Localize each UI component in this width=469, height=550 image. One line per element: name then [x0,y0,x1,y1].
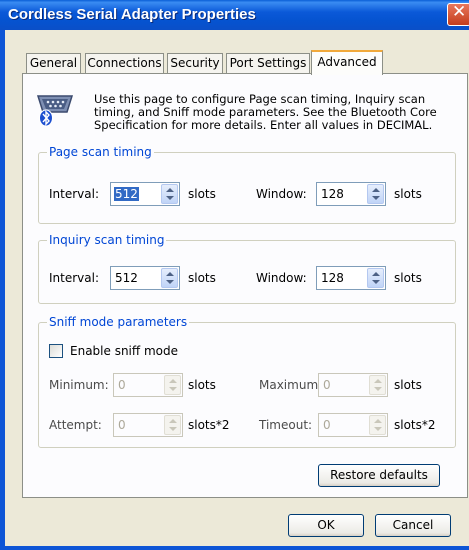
page-interval-spinner[interactable]: 512 [110,182,180,206]
minimum-label: Minimum: [49,378,109,392]
attempt-unit: slots*2 [188,418,230,432]
minimum-unit: slots [188,378,216,392]
spin-arrows-icon[interactable] [164,415,181,435]
inquiry-interval-label: Interval: [49,271,99,285]
attempt-value[interactable]: 0 [118,418,126,432]
tab-advanced[interactable]: Advanced [311,50,383,75]
tab-general[interactable]: General [26,53,81,73]
spin-arrows-icon[interactable] [367,268,384,288]
enable-sniff-checkbox[interactable] [49,344,63,358]
inquiry-scan-title: Inquiry scan timing [47,233,167,247]
window-frame-bottom [0,546,469,550]
page-window-value[interactable]: 128 [321,187,344,201]
inquiry-interval-value[interactable]: 512 [115,271,138,285]
close-button[interactable]: ✕ [447,2,469,26]
timeout-value[interactable]: 0 [323,418,331,432]
properties-dialog: Cordless Serial Adapter Properties ✕ Gen… [0,0,469,550]
maximum-label: Maximum: [259,378,323,392]
spin-arrows-icon[interactable] [369,375,386,395]
title-bar[interactable]: Cordless Serial Adapter Properties [0,0,469,30]
description-text: Use this page to configure Page scan tim… [94,92,437,132]
attempt-label: Attempt: [49,418,102,432]
spin-arrows-icon[interactable] [161,184,178,204]
window-frame-left [0,30,5,550]
spin-arrows-icon[interactable] [164,375,181,395]
attempt-spinner[interactable]: 0 [113,413,183,437]
page-window-unit: slots [394,187,422,201]
sniff-mode-title: Sniff mode parameters [47,315,190,329]
minimum-value[interactable]: 0 [118,378,126,392]
window-title: Cordless Serial Adapter Properties [8,6,256,23]
minimum-spinner[interactable]: 0 [113,373,183,397]
timeout-unit: slots*2 [394,418,436,432]
inquiry-window-value[interactable]: 128 [321,271,344,285]
maximum-value[interactable]: 0 [323,378,331,392]
spin-arrows-icon[interactable] [367,184,384,204]
spin-arrows-icon[interactable] [369,415,386,435]
restore-defaults-button[interactable]: Restore defaults [318,464,440,487]
tab-connections[interactable]: Connections [85,53,164,73]
tab-security[interactable]: Security [167,53,223,73]
inquiry-window-unit: slots [394,271,422,285]
page-interval-label: Interval: [49,187,99,201]
page-scan-title: Page scan timing [47,145,154,159]
maximum-spinner[interactable]: 0 [318,373,388,397]
inquiry-window-label: Window: [256,271,307,285]
enable-sniff-label[interactable]: Enable sniff mode [70,344,178,358]
timeout-label: Timeout: [259,418,313,432]
close-icon: ✕ [452,2,467,22]
maximum-unit: slots [394,378,422,392]
inquiry-window-spinner[interactable]: 128 [316,266,386,290]
tab-port-settings[interactable]: Port Settings [226,53,310,73]
serial-port-bluetooth-icon [36,95,74,127]
timeout-spinner[interactable]: 0 [318,413,388,437]
page-window-spinner[interactable]: 128 [316,182,386,206]
inquiry-interval-spinner[interactable]: 512 [110,266,180,290]
page-window-label: Window: [256,187,307,201]
page-interval-value[interactable]: 512 [114,187,139,201]
page-interval-unit: slots [188,187,216,201]
cancel-button[interactable]: Cancel [375,514,451,537]
inquiry-interval-unit: slots [188,271,216,285]
spin-arrows-icon[interactable] [161,268,178,288]
ok-button[interactable]: OK [288,514,364,537]
